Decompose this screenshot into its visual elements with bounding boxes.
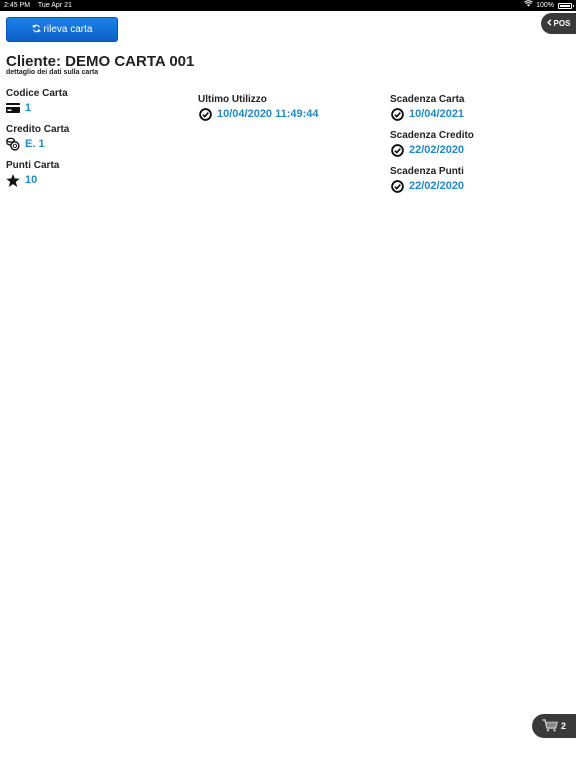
credito-carta-label: Credito Carta — [6, 124, 70, 135]
pos-back-button[interactable]: POS — [541, 13, 576, 34]
scadenza-credito-value: 22/02/2020 — [409, 144, 465, 156]
scadenza-carta-value: 10/04/2021 — [409, 108, 465, 120]
clock-check-icon — [390, 143, 404, 157]
battery-percent: 100% — [536, 2, 554, 9]
credito-carta-value: E. 1 — [25, 138, 45, 150]
field-credito-carta: Credito Carta E. 1 — [6, 124, 69, 151]
status-time: 2:45 PM — [4, 2, 31, 9]
field-punti-carta: Punti Carta 10 — [6, 160, 59, 187]
battery-icon — [558, 2, 574, 9]
star-icon — [6, 173, 20, 187]
clock-check-icon — [390, 179, 404, 193]
field-scadenza-carta: Scadenza Carta 10/04/2021 — [390, 94, 464, 121]
coins-icon — [6, 137, 20, 151]
card-icon — [6, 102, 20, 115]
cart-count: 2 — [560, 721, 566, 731]
chevron-left-icon — [546, 19, 552, 28]
scadenza-carta-label: Scadenza Carta — [390, 94, 465, 105]
rileva-carta-button[interactable]: rileva carta — [6, 17, 118, 42]
codice-carta-label: Codice Carta — [6, 88, 68, 99]
status-bar: 2:45 PM Tue Apr 21 100% — [0, 0, 576, 11]
punti-carta-label: Punti Carta — [6, 160, 60, 171]
page-subtitle: dettaglio dei dati sulla carta — [6, 69, 99, 76]
ultimo-utilizzo-label: Ultimo Utilizzo — [198, 94, 267, 105]
wifi-icon — [524, 0, 533, 11]
field-codice-carta: Codice Carta 1 — [6, 88, 68, 115]
cart-button[interactable]: 2 — [532, 714, 576, 738]
scadenza-punti-label: Scadenza Punti — [390, 166, 464, 177]
clock-check-icon — [390, 107, 404, 121]
field-scadenza-punti: Scadenza Punti 22/02/2020 — [390, 166, 464, 193]
ultimo-utilizzo-value: 10/04/2020 11:49:44 — [217, 108, 319, 120]
status-date: Tue Apr 21 — [37, 2, 72, 9]
field-ultimo-utilizzo: Ultimo Utilizzo 10/04/2020 11:49:44 — [198, 94, 319, 121]
scadenza-credito-label: Scadenza Credito — [390, 130, 474, 141]
codice-carta-value: 1 — [25, 102, 32, 114]
scadenza-punti-value: 22/02/2020 — [409, 180, 465, 192]
page-title: Cliente: DEMO CARTA 001 — [6, 53, 195, 70]
refresh-icon — [31, 24, 41, 36]
cart-icon — [542, 718, 558, 734]
pos-label: POS — [553, 19, 571, 28]
rileva-carta-label: rileva carta — [43, 24, 93, 35]
field-scadenza-credito: Scadenza Credito 22/02/2020 — [390, 130, 474, 157]
clock-check-icon — [198, 107, 212, 121]
punti-carta-value: 10 — [25, 174, 38, 186]
